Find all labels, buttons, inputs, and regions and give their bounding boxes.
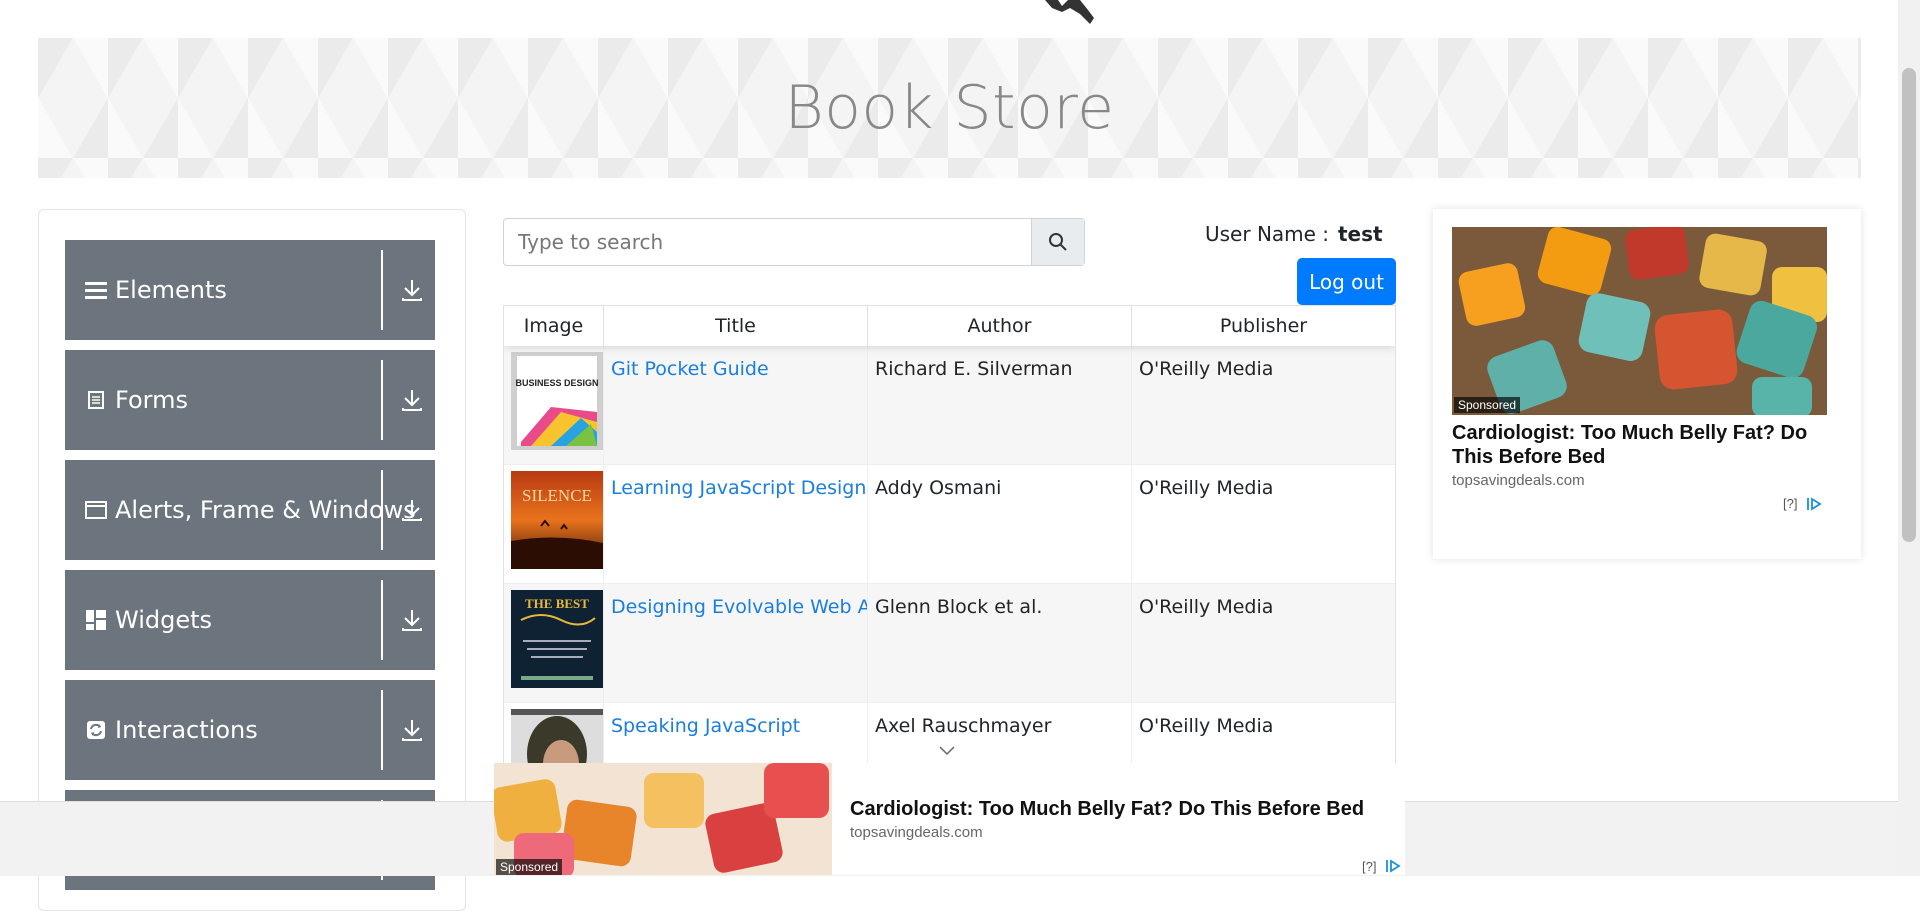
image-cell: SILENCE	[504, 465, 604, 583]
search-box	[503, 218, 1085, 266]
divider	[381, 360, 383, 440]
image-cell: THE BEST	[504, 584, 604, 702]
sidebar-group-label: Interactions	[115, 716, 258, 744]
book-cover-image[interactable]: SILENCE	[511, 471, 603, 569]
search-icon	[1049, 233, 1067, 251]
ad-headline[interactable]: Cardiologist: Too Much Belly Fat? Do Thi…	[850, 798, 1364, 821]
sidebar-group-interactions[interactable]: Interactions	[65, 680, 435, 780]
ad-image[interactable]: Sponsored	[1452, 227, 1827, 415]
adchoices-icon[interactable]	[1385, 859, 1401, 873]
page-scrollbar[interactable]	[1898, 0, 1920, 875]
title-cell: Git Pocket Guide	[604, 346, 868, 464]
hamburger-icon	[85, 279, 107, 301]
sidebar-ad[interactable]: Sponsored Cardiologist: Too Much Belly F…	[1433, 209, 1861, 559]
book-author: Addy Osmani	[875, 477, 1002, 499]
table-row: SILENCE Learning JavaScript Design Patte…	[504, 465, 1395, 584]
title-cell: Learning JavaScript Design Patterns	[604, 465, 868, 583]
page-banner: Book Store	[38, 38, 1861, 178]
document-icon	[85, 389, 107, 411]
book-cover-image[interactable]: THE BEST	[511, 590, 603, 688]
column-header-publisher[interactable]: Publisher	[1132, 306, 1395, 346]
refresh-icon	[85, 719, 107, 741]
book-cover-image[interactable]: BUSINESS DESIGN	[511, 352, 603, 450]
sponsored-label: Sponsored	[496, 859, 563, 875]
image-cell	[504, 703, 604, 764]
scrollbar-thumb[interactable]	[1902, 68, 1916, 542]
ad-domain[interactable]: topsavingdeals.com	[1452, 472, 1585, 489]
title-cell: Speaking JavaScript	[604, 703, 868, 764]
table-row: BUSINESS DESIGN Git Pocket Guide Richard…	[504, 346, 1395, 465]
sidebar-group-label: Elements	[115, 276, 227, 304]
author-cell: Addy Osmani	[868, 465, 1132, 583]
publisher-cell: O'Reilly Media	[1132, 584, 1395, 702]
user-name-value: test	[1338, 222, 1383, 246]
logout-button[interactable]: Log out	[1297, 258, 1396, 305]
sponsored-label: Sponsored	[1454, 397, 1521, 413]
window-icon	[85, 499, 107, 521]
book-cover-image[interactable]	[511, 709, 603, 764]
book-publisher: O'Reilly Media	[1139, 477, 1274, 499]
page-title: Book Store	[784, 73, 1115, 143]
book-author: Richard E. Silverman	[875, 358, 1073, 380]
book-title-link[interactable]: Designing Evolvable Web APIs with ASP.NE…	[611, 596, 867, 618]
divider	[381, 470, 383, 550]
author-cell: Glenn Block et al.	[868, 584, 1132, 702]
chevron-down-icon[interactable]	[938, 745, 956, 757]
sidebar-group-label: Forms	[115, 386, 188, 414]
download-icon[interactable]	[401, 278, 423, 302]
table-header: Image Title Author Publisher	[504, 306, 1395, 346]
site-logo[interactable]	[1010, 0, 1095, 24]
sidebar-group-widgets[interactable]: Widgets	[65, 570, 435, 670]
book-publisher: O'Reilly Media	[1139, 596, 1274, 618]
ad-domain[interactable]: topsavingdeals.com	[850, 824, 983, 841]
divider	[381, 250, 383, 330]
column-header-title[interactable]: Title	[604, 306, 868, 346]
book-publisher: O'Reilly Media	[1139, 358, 1274, 380]
ad-image[interactable]: Sponsored	[494, 763, 832, 875]
download-icon[interactable]	[401, 498, 423, 522]
cover-text: THE BEST	[525, 596, 589, 611]
download-icon[interactable]	[401, 608, 423, 632]
column-header-image[interactable]: Image	[504, 306, 604, 346]
search-button[interactable]	[1031, 219, 1084, 265]
cover-text: SILENCE	[522, 486, 592, 505]
sidebar-group-forms[interactable]: Forms	[65, 350, 435, 450]
publisher-cell: O'Reilly Media	[1132, 465, 1395, 583]
adchoices-icon[interactable]	[1806, 497, 1822, 511]
ad-info-link[interactable]: [?]	[1362, 859, 1376, 874]
sidebar-group-elements[interactable]: Elements	[65, 240, 435, 340]
ad-headline[interactable]: Cardiologist: Too Much Belly Fat? Do Thi…	[1452, 421, 1842, 469]
ad-info-link[interactable]: [?]	[1783, 496, 1797, 511]
books-table: Image Title Author Publisher BUSINESS DE…	[503, 305, 1396, 765]
user-name-label: User Name :	[1205, 222, 1330, 246]
image-cell: BUSINESS DESIGN	[504, 346, 604, 464]
divider	[381, 690, 383, 770]
author-cell: Axel Rauschmayer	[868, 703, 1132, 764]
download-icon[interactable]	[401, 718, 423, 742]
download-icon[interactable]	[401, 388, 423, 412]
bottom-ad[interactable]: Sponsored Cardiologist: Too Much Belly F…	[494, 763, 1405, 875]
book-title-link[interactable]: Git Pocket Guide	[611, 358, 769, 380]
book-title-link[interactable]: Speaking JavaScript	[611, 715, 800, 737]
table-row: THE BEST Designing Evolvable Web APIs wi…	[504, 584, 1395, 703]
book-publisher: O'Reilly Media	[1139, 715, 1274, 737]
divider	[381, 580, 383, 660]
publisher-cell: O'Reilly Media	[1132, 346, 1395, 464]
search-input[interactable]	[504, 219, 1031, 265]
cover-text: BUSINESS DESIGN	[515, 378, 598, 388]
book-title-link[interactable]: Learning JavaScript Design Patterns	[611, 477, 867, 499]
publisher-cell: O'Reilly Media	[1132, 703, 1395, 764]
sidebar-group-label: Alerts, Frame & Windows	[115, 496, 416, 524]
book-author: Axel Rauschmayer	[875, 715, 1052, 737]
column-header-author[interactable]: Author	[868, 306, 1132, 346]
widgets-icon	[85, 609, 107, 631]
author-cell: Richard E. Silverman	[868, 346, 1132, 464]
sidebar-group-alerts-frame-windows[interactable]: Alerts, Frame & Windows	[65, 460, 435, 560]
sidebar-group-label: Widgets	[115, 606, 213, 634]
book-author: Glenn Block et al.	[875, 596, 1043, 618]
title-cell: Designing Evolvable Web APIs with ASP.NE…	[604, 584, 868, 702]
